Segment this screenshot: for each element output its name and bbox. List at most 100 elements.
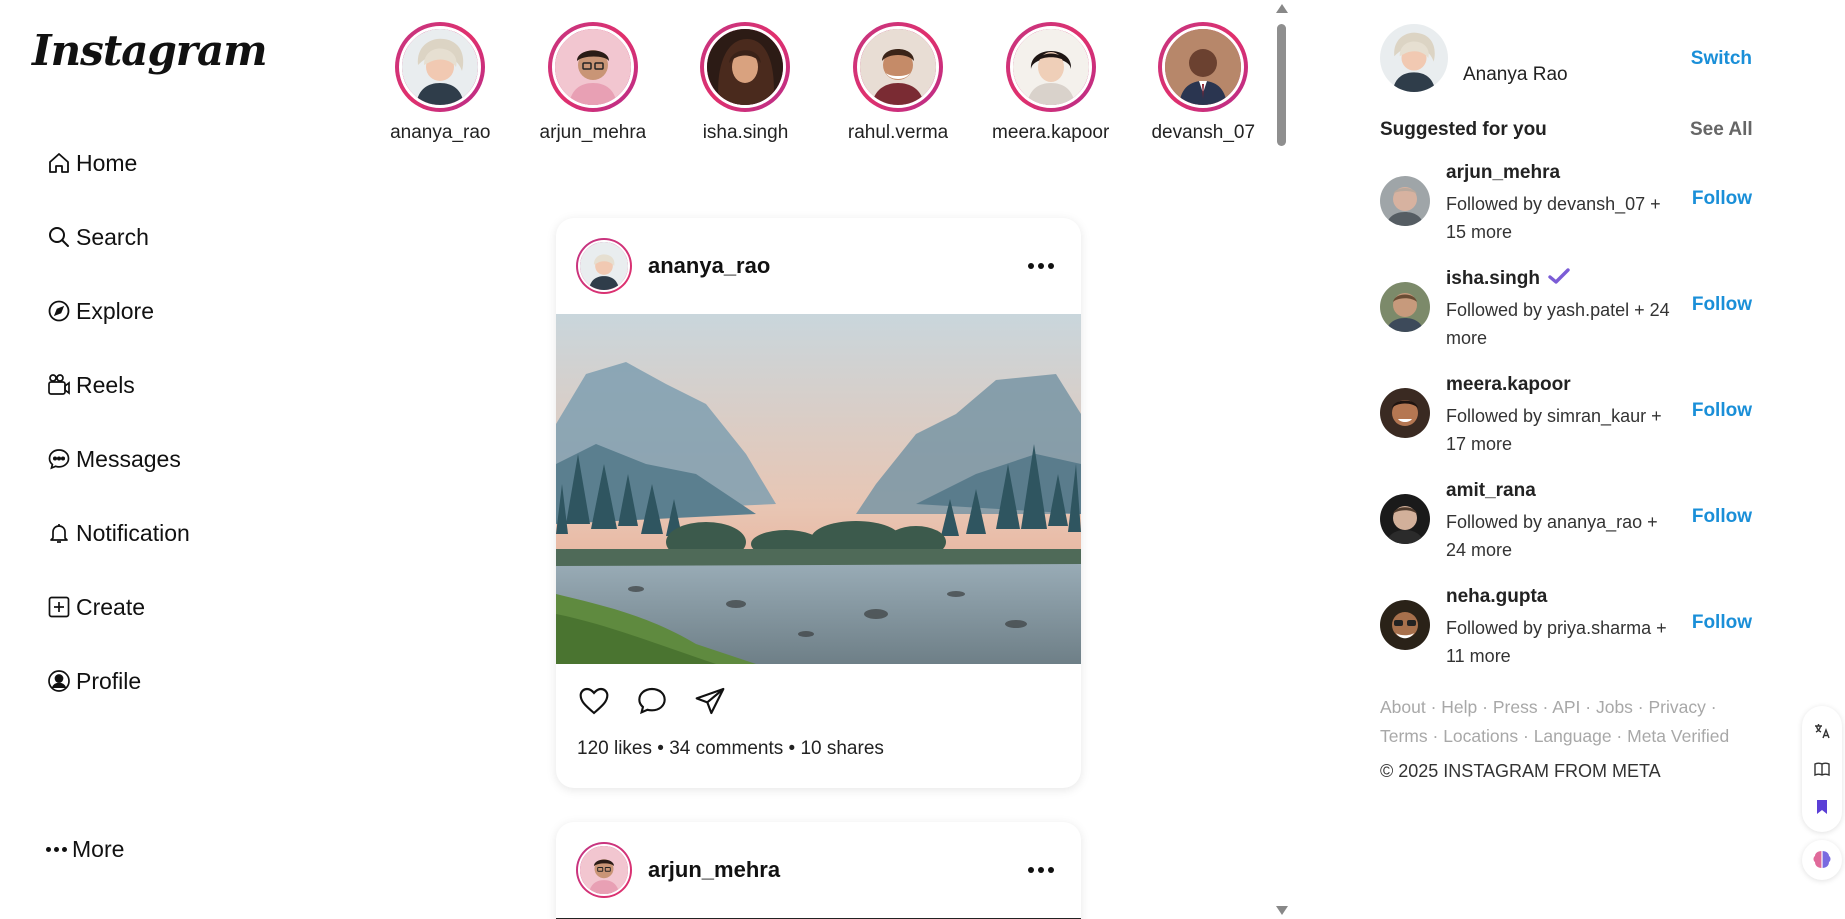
suggestion-item: amit_rana Followed by ananya_rao + 24 mo…	[1380, 480, 1752, 570]
suggestion-item: arjun_mehra Followed by devansh_07 + 15 …	[1380, 162, 1752, 252]
feed-scrollbar[interactable]	[1272, 0, 1292, 919]
suggestion-username[interactable]: amit_rana	[1446, 480, 1536, 502]
book-icon[interactable]	[1811, 758, 1833, 780]
feed-post: arjun_mehra	[556, 822, 1081, 919]
suggestion-username[interactable]: isha.singh	[1446, 268, 1570, 290]
follow-button[interactable]: Follow	[1692, 188, 1752, 210]
post-header: arjun_mehra	[556, 822, 1081, 918]
verified-check-icon	[1548, 268, 1570, 290]
footer-link-jobs[interactable]: Jobs	[1596, 697, 1633, 717]
share-send-icon[interactable]	[690, 681, 730, 721]
footer-link-meta-verified[interactable]: Meta Verified	[1627, 726, 1729, 746]
footer-link-about[interactable]: About	[1380, 697, 1426, 717]
suggestion-followed-by: Followed by devansh_07 + 15 more	[1446, 194, 1661, 242]
main-nav: Home Search Explore Reels Messages Notif…	[46, 126, 286, 718]
footer-link-locations[interactable]: Locations	[1443, 726, 1518, 746]
bookmark-icon[interactable]	[1811, 796, 1833, 818]
story-item[interactable]: isha.singh	[669, 22, 822, 144]
suggestion-item: isha.singh Followed by yash.patel + 24 m…	[1380, 268, 1752, 358]
scroll-up-arrow-icon[interactable]	[1276, 4, 1288, 13]
story-username: meera.kapoor	[992, 122, 1110, 143]
brain-assistant-icon[interactable]	[1802, 840, 1842, 880]
avatar[interactable]	[1380, 388, 1430, 438]
story-item[interactable]: meera.kapoor	[974, 22, 1127, 144]
suggestion-followed-by: Followed by simran_kaur + 17 more	[1446, 406, 1662, 454]
suggestion-followed-by: Followed by yash.patel + 24 more	[1446, 300, 1670, 348]
nav-item-reels[interactable]: Reels	[46, 348, 286, 422]
current-user-name: Ananya Rao	[1463, 64, 1568, 85]
footer-link-language[interactable]: Language	[1534, 726, 1612, 746]
avatar[interactable]	[1380, 282, 1430, 332]
follow-button[interactable]: Follow	[1692, 506, 1752, 528]
switch-account-button[interactable]: Switch	[1691, 48, 1752, 70]
scroll-down-arrow-icon[interactable]	[1276, 906, 1288, 915]
nav-item-profile[interactable]: Profile	[46, 644, 286, 718]
footer-link-privacy[interactable]: Privacy	[1649, 697, 1706, 717]
nav-label-profile: Profile	[76, 667, 142, 694]
story-username: arjun_mehra	[539, 122, 647, 143]
suggestion-username[interactable]: arjun_mehra	[1446, 162, 1560, 184]
post-header: ananya_rao	[556, 218, 1081, 314]
footer-link-terms[interactable]: Terms	[1380, 726, 1428, 746]
more-options-icon[interactable]	[1021, 263, 1061, 269]
post-image[interactable]	[556, 314, 1081, 664]
comment-bubble-icon[interactable]	[632, 681, 672, 721]
nav-label-notification: Notification	[76, 519, 190, 546]
post-username[interactable]: ananya_rao	[648, 253, 1021, 279]
follow-button[interactable]: Follow	[1692, 294, 1752, 316]
post-username[interactable]: arjun_mehra	[648, 857, 1021, 883]
avatar	[704, 26, 787, 108]
stories-bar: ananya_rao arjun_mehra isha.singh rahul.…	[364, 22, 1280, 144]
bell-icon	[46, 520, 72, 546]
suggestion-followed-by: Followed by priya.sharma + 11 more	[1446, 618, 1667, 666]
story-item[interactable]: devansh_07	[1127, 22, 1280, 144]
see-all-link[interactable]: See All	[1690, 119, 1753, 141]
story-item[interactable]: ananya_rao	[364, 22, 517, 144]
suggestion-username[interactable]: meera.kapoor	[1446, 374, 1571, 396]
avatar	[399, 26, 482, 108]
more-options-icon[interactable]	[1021, 867, 1061, 873]
nav-item-explore[interactable]: Explore	[46, 274, 286, 348]
avatar[interactable]	[1380, 24, 1448, 92]
nav-label-reels: Reels	[76, 371, 135, 398]
avatar	[1162, 26, 1245, 108]
avatar[interactable]	[576, 842, 632, 898]
follow-button[interactable]: Follow	[1692, 612, 1752, 634]
follow-button[interactable]: Follow	[1692, 400, 1752, 422]
nav-label-explore: Explore	[76, 297, 154, 324]
story-username: rahul.verma	[847, 122, 949, 143]
extension-toolbar	[1802, 706, 1842, 832]
translate-icon[interactable]	[1811, 720, 1833, 742]
avatar[interactable]	[1380, 494, 1430, 544]
instagram-logo[interactable]: Instagram	[32, 26, 268, 75]
current-user-card: Ananya Rao Switch	[1380, 24, 1752, 94]
nav-item-messages[interactable]: Messages	[46, 422, 286, 496]
footer-link-press[interactable]: Press	[1493, 697, 1538, 717]
story-item[interactable]: rahul.verma	[822, 22, 975, 144]
nav-label-home: Home	[76, 149, 138, 176]
nav-item-create[interactable]: Create	[46, 570, 286, 644]
footer-link-help[interactable]: Help	[1441, 697, 1477, 717]
avatar	[1009, 26, 1092, 108]
avatar[interactable]	[1380, 176, 1430, 226]
story-item[interactable]: arjun_mehra	[517, 22, 670, 144]
compass-icon	[46, 298, 72, 324]
suggestion-item: neha.gupta Followed by priya.sharma + 11…	[1380, 586, 1752, 676]
nav-item-search[interactable]: Search	[46, 200, 286, 274]
suggestion-username[interactable]: neha.gupta	[1446, 586, 1547, 608]
nav-item-home[interactable]: Home	[46, 126, 286, 200]
avatar[interactable]	[1380, 600, 1430, 650]
nav-item-notification[interactable]: Notification	[46, 496, 286, 570]
avatar[interactable]	[576, 238, 632, 294]
chat-bubble-icon	[46, 446, 72, 472]
like-heart-icon[interactable]	[574, 681, 614, 721]
avatar	[857, 26, 940, 108]
nav-label-search: Search	[76, 223, 149, 250]
feed-post: ananya_rao 120 likes • 34 comments • 10 …	[556, 218, 1081, 788]
footer-link-api[interactable]: API	[1552, 697, 1580, 717]
nav-label-messages: Messages	[76, 445, 181, 472]
reels-icon	[46, 372, 72, 398]
user-circle-icon	[46, 668, 72, 694]
scrollbar-thumb[interactable]	[1277, 24, 1286, 146]
nav-item-more[interactable]: More	[46, 836, 124, 863]
